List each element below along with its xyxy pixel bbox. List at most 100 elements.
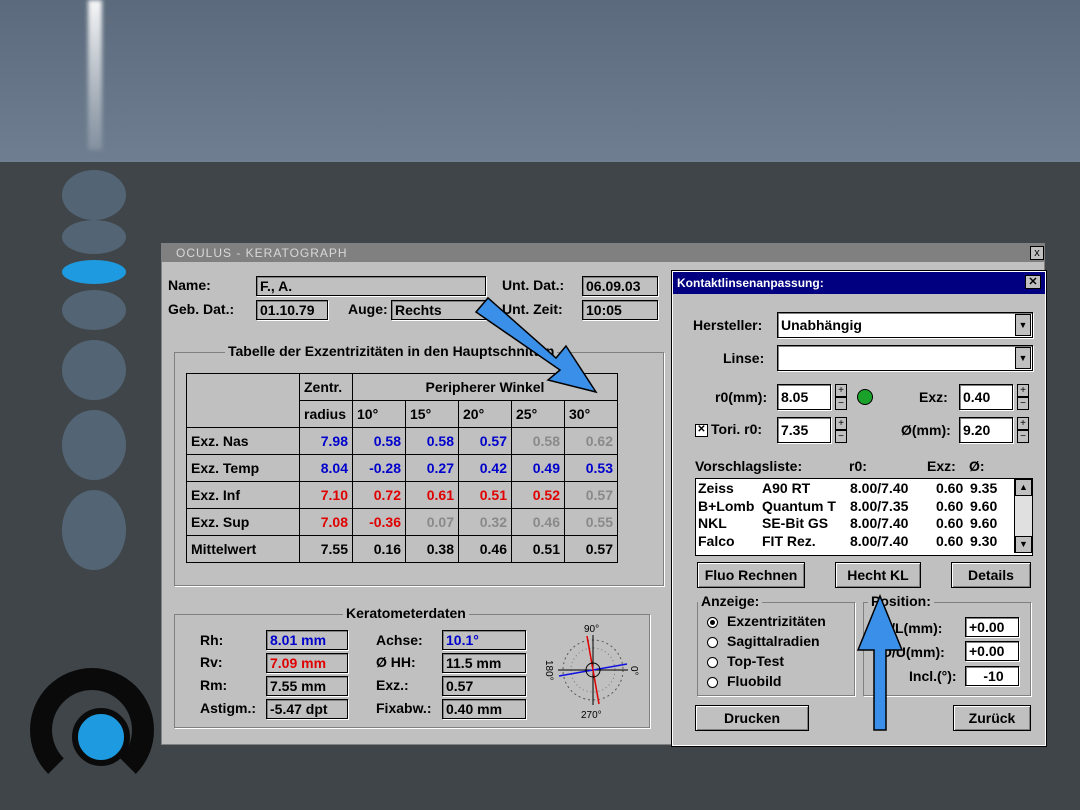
window-close-icon[interactable]: x <box>1030 246 1044 260</box>
eccentricity-cell: 0.46 <box>458 535 512 563</box>
tori-field[interactable]: 7.35 <box>777 417 831 443</box>
r0-spinner[interactable]: + − <box>835 384 847 412</box>
print-button[interactable]: Drucken <box>695 705 809 731</box>
r0-label: r0(mm): <box>715 389 768 405</box>
display-option-label[interactable]: Top-Test <box>727 653 784 669</box>
suggestion-brand[interactable]: NKL <box>698 515 727 532</box>
display-option-label[interactable]: Sagittalradien <box>727 633 820 649</box>
suggestion-exz[interactable]: 0.60 <box>936 498 963 515</box>
eccentricity-cell: 0.46 <box>511 508 565 536</box>
eccentricity-cell: 0.27 <box>405 454 459 482</box>
display-radio[interactable] <box>707 677 718 688</box>
dialog-close-icon[interactable]: ✕ <box>1025 275 1041 289</box>
display-radio[interactable] <box>707 637 718 648</box>
suggestion-diameter-header: Ø: <box>969 458 985 474</box>
name-field[interactable]: F., A. <box>256 276 486 296</box>
eccentricity-cell: 0.58 <box>352 427 406 455</box>
pos-ou-label: O/U(mm): <box>881 644 945 660</box>
suggestion-exz[interactable]: 0.60 <box>936 515 963 532</box>
central-radius-cell: 8.04 <box>299 454 353 482</box>
back-button[interactable]: Zurück <box>953 705 1031 731</box>
suggestion-d[interactable]: 9.35 <box>970 480 997 497</box>
birthdate-field[interactable]: 01.10.79 <box>256 300 328 320</box>
table-corner <box>186 373 300 428</box>
table-row: Exz. Nas 7.98 0.58 0.58 0.57 0.58 0.62 <box>186 427 618 455</box>
suggestion-d[interactable]: 9.30 <box>970 533 997 550</box>
exam-date-field[interactable]: 06.09.03 <box>582 276 658 296</box>
axis-label: Achse: <box>376 632 423 648</box>
rm-label: Rm: <box>200 677 228 693</box>
suggestion-d[interactable]: 9.60 <box>970 498 997 515</box>
fluo-calc-button[interactable]: Fluo Rechnen <box>697 562 805 588</box>
rh-field: 8.01 mm <box>266 630 348 650</box>
diameter-input[interactable]: 9.20 <box>959 417 1013 443</box>
display-radio[interactable] <box>707 617 718 628</box>
incl-label: Incl.(°): <box>909 668 957 684</box>
suggestion-brand[interactable]: B+Lomb <box>698 498 754 515</box>
fixation-label: Fixabw.: <box>376 700 432 716</box>
pos-rl-field[interactable]: +0.00 <box>965 617 1019 637</box>
suggestion-exz[interactable]: 0.60 <box>936 533 963 550</box>
suggestion-scrollbar[interactable]: ▲ ▼ <box>1014 479 1032 553</box>
suggestion-brand[interactable]: Falco <box>698 533 735 550</box>
lens-select[interactable]: ▼ <box>777 345 1033 371</box>
eccentricity-cell: -0.36 <box>352 508 406 536</box>
suggestion-model[interactable]: A90 RT <box>762 480 810 497</box>
astigmatism-field: -5.47 dpt <box>266 699 348 719</box>
exam-time-field[interactable]: 10:05 <box>582 300 658 320</box>
suggestion-r0[interactable]: 8.00/7.40 <box>850 480 908 497</box>
details-button[interactable]: Details <box>951 562 1031 588</box>
suggestion-model[interactable]: FIT Rez. <box>762 533 816 550</box>
pos-rl-label: R/L(mm): <box>881 620 943 636</box>
eccentricity-cell: 0.51 <box>458 481 512 509</box>
hecht-kl-button[interactable]: Hecht KL <box>835 562 921 588</box>
eye-field[interactable]: Rechts <box>391 300 487 320</box>
scroll-up-icon[interactable]: ▲ <box>1015 479 1032 496</box>
suggestion-listbox[interactable]: ▲ ▼ Zeiss A90 RT 8.00/7.40 0.60 9.35 B+Lomb Qu… <box>695 478 1033 556</box>
display-radio[interactable] <box>707 657 718 668</box>
suggestion-d[interactable]: 9.60 <box>970 515 997 532</box>
suggestion-r0[interactable]: 8.00/7.35 <box>850 498 908 515</box>
rv-label: Rv: <box>200 654 223 670</box>
lens-dropdown-icon[interactable]: ▼ <box>1015 347 1031 369</box>
scroll-down-icon[interactable]: ▼ <box>1015 536 1032 553</box>
eye-label: Auge: <box>348 301 388 317</box>
suggestion-brand[interactable]: Zeiss <box>698 480 734 497</box>
manufacturer-dropdown-icon[interactable]: ▼ <box>1015 314 1031 336</box>
table-row: Exz. Sup 7.08 -0.36 0.07 0.32 0.46 0.55 <box>186 508 618 536</box>
ring-decoration <box>50 150 160 670</box>
display-option-label[interactable]: Fluobild <box>727 673 781 689</box>
eccentricity-cell: 0.57 <box>458 427 512 455</box>
suggestion-r0[interactable]: 8.00/7.40 <box>850 515 908 532</box>
tori-label: Tori. r0: <box>711 421 763 437</box>
central-radius-cell: 7.98 <box>299 427 353 455</box>
eccentricity-cell: 0.57 <box>564 535 618 563</box>
logo-dot <box>72 708 130 766</box>
diameter-spinner[interactable]: + − <box>1017 417 1029 445</box>
manufacturer-select[interactable]: Unabhängig ▼ <box>777 312 1033 338</box>
eccentricity-cell: 0.62 <box>564 427 618 455</box>
compass-label-north: 90° <box>584 624 599 635</box>
display-option-label[interactable]: Exzentrizitäten <box>727 613 826 629</box>
eccentricity-group-title: Tabelle der Exzentrizitäten in den Haupt… <box>225 343 558 359</box>
suggestion-exz[interactable]: 0.60 <box>936 480 963 497</box>
eccentricity-cell: 0.51 <box>511 535 565 563</box>
r0-field[interactable]: 8.05 <box>777 384 831 410</box>
eccentricity-cell: 0.57 <box>564 481 618 509</box>
suggestion-model[interactable]: Quantum T <box>762 498 836 515</box>
fixation-field: 0.40 mm <box>442 699 526 719</box>
suggestion-r0[interactable]: 8.00/7.40 <box>850 533 908 550</box>
exz-spinner[interactable]: + − <box>1017 384 1029 412</box>
window-title: OCULUS - KERATOGRAPH <box>176 246 348 260</box>
eccentricity-cell: -0.28 <box>352 454 406 482</box>
exz-input[interactable]: 0.40 <box>959 384 1013 410</box>
exz-label: Exz.: <box>376 677 409 693</box>
suggestion-model[interactable]: SE-Bit GS <box>762 515 828 532</box>
incl-field[interactable]: -10 <box>965 666 1019 686</box>
pos-ou-field[interactable]: +0.00 <box>965 641 1019 661</box>
eccentricity-cell: 0.52 <box>511 481 565 509</box>
hh-label: Ø HH: <box>376 654 416 670</box>
light-beam-decoration <box>88 0 102 150</box>
tori-checkbox[interactable]: ✕ <box>695 424 708 437</box>
tori-spinner[interactable]: + − <box>835 417 847 445</box>
